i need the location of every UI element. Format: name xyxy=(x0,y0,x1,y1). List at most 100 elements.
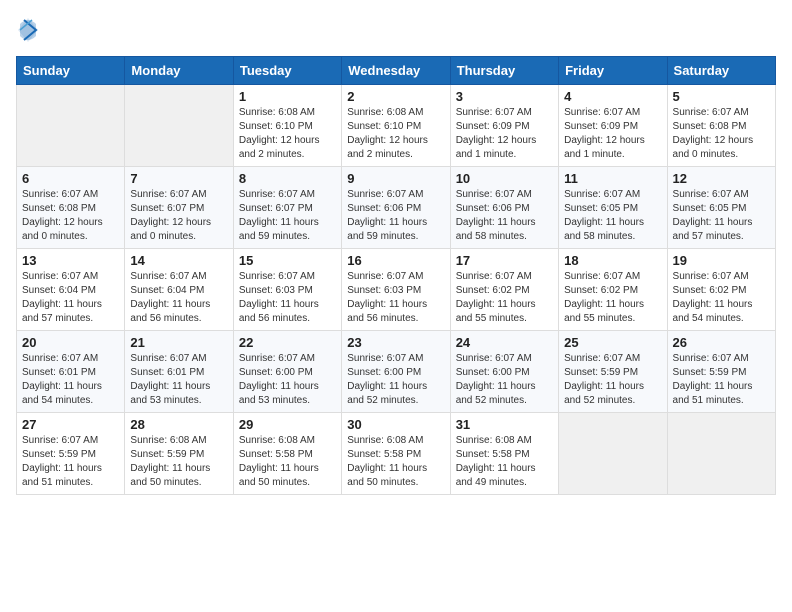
day-info: Sunrise: 6:07 AM Sunset: 5:59 PM Dayligh… xyxy=(564,352,661,408)
calendar-cell: 14 Sunrise: 6:07 AM Sunset: 6:04 PM Dayli… xyxy=(125,249,233,331)
day-info: Sunrise: 6:07 AM Sunset: 6:02 PM Dayligh… xyxy=(564,270,661,326)
day-info: Sunrise: 6:07 AM Sunset: 6:08 PM Dayligh… xyxy=(673,106,770,162)
calendar-cell: 31 Sunrise: 6:08 AM Sunset: 5:58 PM Dayli… xyxy=(450,413,558,495)
day-info: Sunrise: 6:07 AM Sunset: 6:01 PM Dayligh… xyxy=(22,352,119,408)
logo-icon xyxy=(16,16,40,44)
day-number: 15 xyxy=(239,253,336,268)
day-number: 14 xyxy=(130,253,227,268)
week-row-3: 13 Sunrise: 6:07 AM Sunset: 6:04 PM Dayli… xyxy=(17,249,776,331)
calendar-cell: 9Sunrise: 6:07 AM Sunset: 6:06 PM Daylig… xyxy=(342,167,450,249)
day-info: Sunrise: 6:07 AM Sunset: 6:00 PM Dayligh… xyxy=(456,352,553,408)
day-number: 23 xyxy=(347,335,444,350)
calendar-cell: 3 Sunrise: 6:07 AM Sunset: 6:09 PM Daylig… xyxy=(450,85,558,167)
day-info: Sunrise: 6:07 AM Sunset: 6:07 PM Dayligh… xyxy=(130,188,227,244)
day-number: 11 xyxy=(564,171,661,186)
day-number: 7 xyxy=(130,171,227,186)
calendar-cell: 30 Sunrise: 6:08 AM Sunset: 5:58 PM Dayli… xyxy=(342,413,450,495)
day-info: Sunrise: 6:08 AM Sunset: 6:10 PM Dayligh… xyxy=(239,106,336,162)
day-number: 20 xyxy=(22,335,119,350)
calendar-cell: 18 Sunrise: 6:07 AM Sunset: 6:02 PM Dayli… xyxy=(559,249,667,331)
day-number: 2 xyxy=(347,89,444,104)
day-number: 8 xyxy=(239,171,336,186)
calendar-cell: 24 Sunrise: 6:07 AM Sunset: 6:00 PM Dayli… xyxy=(450,331,558,413)
day-info: Sunrise: 6:07 AM Sunset: 6:07 PM Dayligh… xyxy=(239,188,336,244)
page-header xyxy=(16,16,776,44)
day-info: Sunrise: 6:07 AM Sunset: 6:05 PM Dayligh… xyxy=(564,188,661,244)
weekday-header-tuesday: Tuesday xyxy=(233,57,341,85)
calendar-cell: 2 Sunrise: 6:08 AM Sunset: 6:10 PM Daylig… xyxy=(342,85,450,167)
weekday-header-sunday: Sunday xyxy=(17,57,125,85)
calendar-cell: 16 Sunrise: 6:07 AM Sunset: 6:03 PM Dayli… xyxy=(342,249,450,331)
day-info: Sunrise: 6:07 AM Sunset: 6:00 PM Dayligh… xyxy=(347,352,444,408)
logo xyxy=(16,16,44,44)
day-info: Sunrise: 6:08 AM Sunset: 6:10 PM Dayligh… xyxy=(347,106,444,162)
day-number: 24 xyxy=(456,335,553,350)
day-info: Sunrise: 6:07 AM Sunset: 6:02 PM Dayligh… xyxy=(456,270,553,326)
day-info: Sunrise: 6:07 AM Sunset: 6:08 PM Dayligh… xyxy=(22,188,119,244)
calendar-cell: 15 Sunrise: 6:07 AM Sunset: 6:03 PM Dayli… xyxy=(233,249,341,331)
day-info: Sunrise: 6:07 AM Sunset: 6:03 PM Dayligh… xyxy=(239,270,336,326)
weekday-header-wednesday: Wednesday xyxy=(342,57,450,85)
day-info: Sunrise: 6:07 AM Sunset: 5:59 PM Dayligh… xyxy=(22,434,119,490)
calendar-cell: 23 Sunrise: 6:07 AM Sunset: 6:00 PM Dayli… xyxy=(342,331,450,413)
day-info: Sunrise: 6:07 AM Sunset: 6:09 PM Dayligh… xyxy=(564,106,661,162)
day-number: 28 xyxy=(130,417,227,432)
day-info: Sunrise: 6:08 AM Sunset: 5:58 PM Dayligh… xyxy=(456,434,553,490)
week-row-4: 20 Sunrise: 6:07 AM Sunset: 6:01 PM Dayli… xyxy=(17,331,776,413)
day-number: 26 xyxy=(673,335,770,350)
weekday-header-row: SundayMondayTuesdayWednesdayThursdayFrid… xyxy=(17,57,776,85)
day-number: 30 xyxy=(347,417,444,432)
day-number: 29 xyxy=(239,417,336,432)
calendar-cell xyxy=(559,413,667,495)
calendar-cell xyxy=(17,85,125,167)
day-number: 18 xyxy=(564,253,661,268)
week-row-1: 1 Sunrise: 6:08 AM Sunset: 6:10 PM Daylig… xyxy=(17,85,776,167)
day-info: Sunrise: 6:07 AM Sunset: 6:09 PM Dayligh… xyxy=(456,106,553,162)
day-info: Sunrise: 6:07 AM Sunset: 6:01 PM Dayligh… xyxy=(130,352,227,408)
calendar-cell: 25 Sunrise: 6:07 AM Sunset: 5:59 PM Dayli… xyxy=(559,331,667,413)
calendar-cell: 12 Sunrise: 6:07 AM Sunset: 6:05 PM Dayli… xyxy=(667,167,775,249)
day-number: 27 xyxy=(22,417,119,432)
day-info: Sunrise: 6:07 AM Sunset: 6:06 PM Dayligh… xyxy=(347,188,444,244)
calendar-cell: 5 Sunrise: 6:07 AM Sunset: 6:08 PM Daylig… xyxy=(667,85,775,167)
calendar-cell: 6 Sunrise: 6:07 AM Sunset: 6:08 PM Daylig… xyxy=(17,167,125,249)
day-number: 21 xyxy=(130,335,227,350)
calendar-cell: 26 Sunrise: 6:07 AM Sunset: 5:59 PM Dayli… xyxy=(667,331,775,413)
calendar-cell: 1 Sunrise: 6:08 AM Sunset: 6:10 PM Daylig… xyxy=(233,85,341,167)
calendar-cell: 27 Sunrise: 6:07 AM Sunset: 5:59 PM Dayli… xyxy=(17,413,125,495)
day-info: Sunrise: 6:07 AM Sunset: 6:04 PM Dayligh… xyxy=(130,270,227,326)
day-info: Sunrise: 6:08 AM Sunset: 5:58 PM Dayligh… xyxy=(347,434,444,490)
day-info: Sunrise: 6:07 AM Sunset: 6:00 PM Dayligh… xyxy=(239,352,336,408)
calendar-cell: 7 Sunrise: 6:07 AM Sunset: 6:07 PM Daylig… xyxy=(125,167,233,249)
calendar-cell: 28 Sunrise: 6:08 AM Sunset: 5:59 PM Dayli… xyxy=(125,413,233,495)
day-number: 4 xyxy=(564,89,661,104)
calendar-cell: 29 Sunrise: 6:08 AM Sunset: 5:58 PM Dayli… xyxy=(233,413,341,495)
calendar-table: SundayMondayTuesdayWednesdayThursdayFrid… xyxy=(16,56,776,495)
day-info: Sunrise: 6:07 AM Sunset: 6:05 PM Dayligh… xyxy=(673,188,770,244)
day-number: 31 xyxy=(456,417,553,432)
calendar-cell: 21 Sunrise: 6:07 AM Sunset: 6:01 PM Dayli… xyxy=(125,331,233,413)
day-number: 13 xyxy=(22,253,119,268)
calendar-cell: 17Sunrise: 6:07 AM Sunset: 6:02 PM Dayli… xyxy=(450,249,558,331)
day-info: Sunrise: 6:07 AM Sunset: 6:03 PM Dayligh… xyxy=(347,270,444,326)
day-info: Sunrise: 6:07 AM Sunset: 6:06 PM Dayligh… xyxy=(456,188,553,244)
calendar-cell: 22Sunrise: 6:07 AM Sunset: 6:00 PM Dayli… xyxy=(233,331,341,413)
day-number: 16 xyxy=(347,253,444,268)
weekday-header-saturday: Saturday xyxy=(667,57,775,85)
day-info: Sunrise: 6:07 AM Sunset: 5:59 PM Dayligh… xyxy=(673,352,770,408)
day-info: Sunrise: 6:08 AM Sunset: 5:59 PM Dayligh… xyxy=(130,434,227,490)
week-row-2: 6 Sunrise: 6:07 AM Sunset: 6:08 PM Daylig… xyxy=(17,167,776,249)
calendar-cell xyxy=(125,85,233,167)
day-number: 3 xyxy=(456,89,553,104)
day-number: 25 xyxy=(564,335,661,350)
day-number: 12 xyxy=(673,171,770,186)
calendar-cell: 13 Sunrise: 6:07 AM Sunset: 6:04 PM Dayli… xyxy=(17,249,125,331)
day-info: Sunrise: 6:07 AM Sunset: 6:04 PM Dayligh… xyxy=(22,270,119,326)
day-info: Sunrise: 6:08 AM Sunset: 5:58 PM Dayligh… xyxy=(239,434,336,490)
calendar-cell xyxy=(667,413,775,495)
day-number: 1 xyxy=(239,89,336,104)
day-number: 6 xyxy=(22,171,119,186)
day-number: 5 xyxy=(673,89,770,104)
calendar-cell: 8 Sunrise: 6:07 AM Sunset: 6:07 PM Daylig… xyxy=(233,167,341,249)
week-row-5: 27 Sunrise: 6:07 AM Sunset: 5:59 PM Dayli… xyxy=(17,413,776,495)
